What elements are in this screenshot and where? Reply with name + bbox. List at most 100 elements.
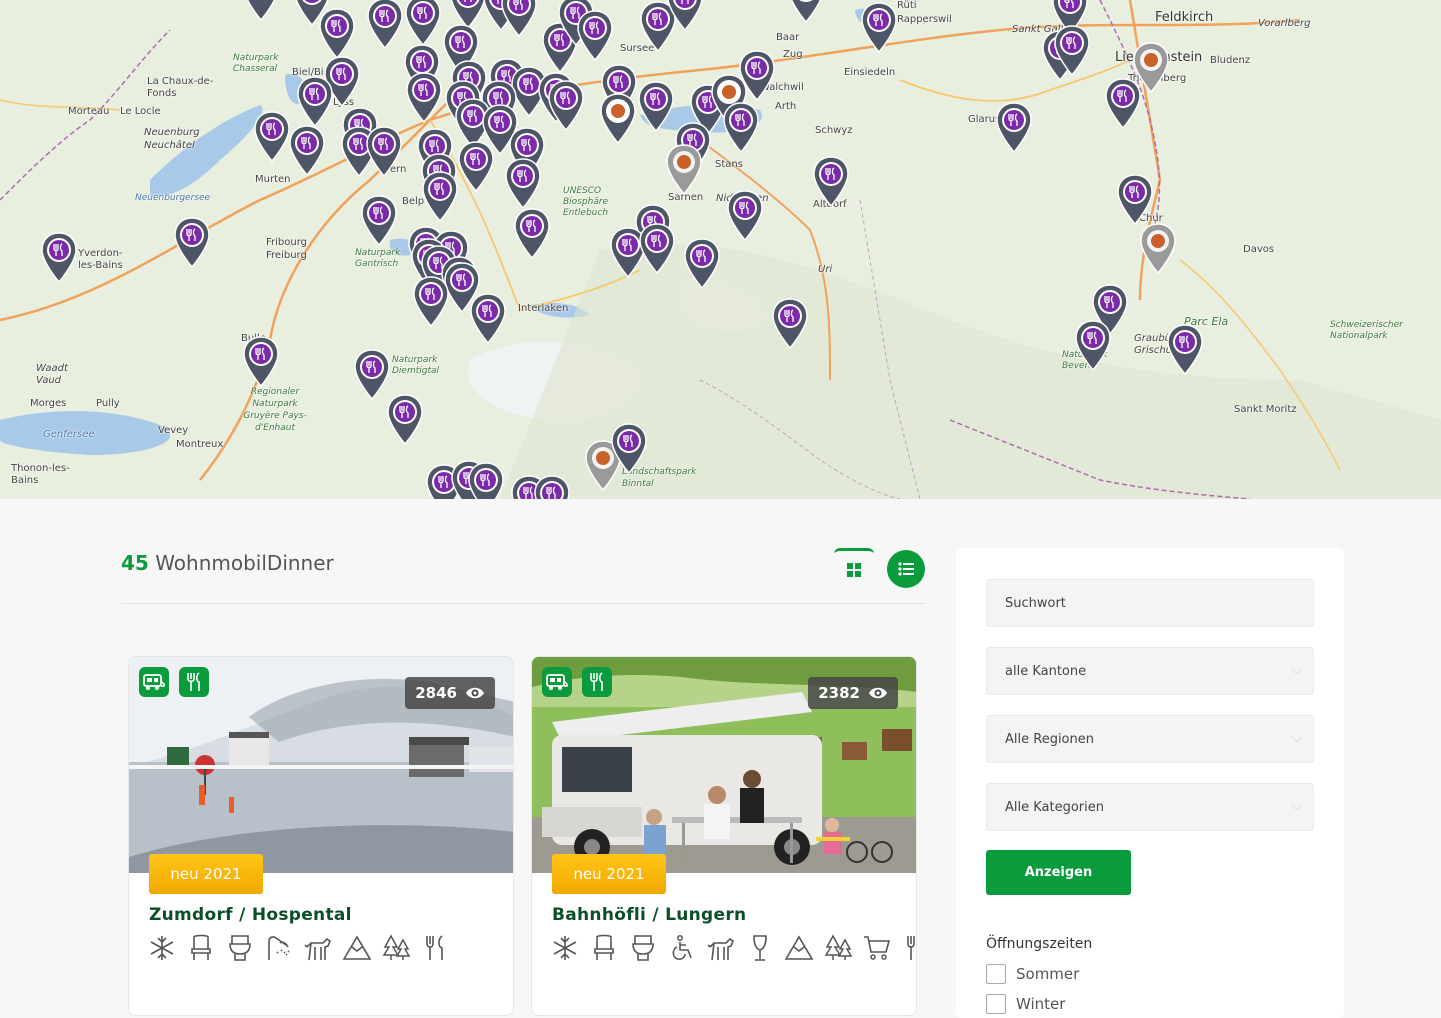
map-marker[interactable] <box>365 126 403 178</box>
opening-option-winter[interactable]: Winter <box>986 994 1065 1014</box>
map-label: Naturpark Gantrisch <box>355 248 401 269</box>
map-marker[interactable] <box>860 2 898 54</box>
map-marker[interactable] <box>500 0 538 38</box>
map-marker[interactable] <box>504 158 542 210</box>
mountain-icon <box>784 933 814 963</box>
card-photo[interactable]: 2382 <box>532 657 916 873</box>
listing-card[interactable]: 2846 neu 2021 Zumdorf / Hospental <box>128 656 514 1016</box>
map-marker[interactable] <box>242 336 280 388</box>
map-label: Bludenz <box>1210 55 1251 66</box>
mountain-icon <box>342 933 372 963</box>
view-counter: 2846 <box>405 677 495 709</box>
map-marker[interactable] <box>366 0 404 50</box>
opening-option-summer[interactable]: Sommer <box>986 964 1079 984</box>
listing-card[interactable]: 2382 neu 2021 Bahnhöfli / Lungern <box>531 656 917 1016</box>
dog-icon <box>303 933 333 963</box>
map-marker[interactable] <box>386 394 424 446</box>
map-label: Einsiedeln <box>844 67 896 78</box>
map-marker[interactable] <box>467 462 505 499</box>
category-select-value: Alle Kategorien <box>1005 799 1105 815</box>
map-marker[interactable] <box>1166 324 1204 376</box>
map-marker[interactable] <box>726 190 764 242</box>
card-photo[interactable]: 2846 <box>129 657 513 873</box>
map-marker[interactable] <box>421 171 459 223</box>
map-marker[interactable] <box>666 0 704 32</box>
map-marker[interactable] <box>288 125 326 177</box>
map-marker[interactable] <box>360 195 398 247</box>
chevron-down-icon <box>1291 663 1303 675</box>
map-label: Naturpark Diemtigtal <box>392 355 440 376</box>
map-label: La Chaux-de-Fonds <box>147 76 214 99</box>
summer-checkbox[interactable] <box>986 964 1006 984</box>
map-marker[interactable] <box>1116 174 1154 226</box>
search-input[interactable] <box>1005 595 1313 611</box>
kanton-select[interactable]: alle Kantone <box>986 647 1314 695</box>
map-marker[interactable] <box>599 93 637 145</box>
map-marker[interactable] <box>318 8 356 60</box>
filter-sidebar: alle Kantone Alle Regionen Alle Kategori… <box>956 548 1344 1018</box>
map-marker[interactable] <box>1132 42 1170 94</box>
snowflake-icon <box>147 933 177 963</box>
map-label: Arth <box>775 101 797 112</box>
dog-icon <box>706 933 736 963</box>
amenities <box>550 933 916 963</box>
view-counter: 2382 <box>808 677 898 709</box>
map-label: Rüti <box>897 0 917 11</box>
camper-icon <box>542 667 572 697</box>
map-marker[interactable] <box>253 111 291 163</box>
map-marker[interactable] <box>404 0 442 47</box>
search-field[interactable] <box>986 579 1314 627</box>
map-marker[interactable] <box>547 80 585 132</box>
restaurant-icon <box>179 667 209 697</box>
map-marker[interactable] <box>610 423 648 475</box>
map-marker[interactable] <box>995 102 1033 154</box>
region-select[interactable]: Alle Regionen <box>986 715 1314 763</box>
map-marker[interactable] <box>1074 320 1112 372</box>
map[interactable]: Feldkirch Vorarlberg Liechtenstein Tries… <box>0 0 1441 499</box>
map-label: Yverdon-les-Bains <box>78 248 123 271</box>
list-view-button[interactable] <box>887 550 925 588</box>
map-marker[interactable] <box>683 238 721 290</box>
winter-checkbox[interactable] <box>986 994 1006 1014</box>
map-marker[interactable] <box>457 141 495 193</box>
map-marker[interactable] <box>412 276 450 328</box>
map-marker[interactable] <box>242 0 280 22</box>
eye-icon <box>466 687 484 699</box>
result-count-number: 45 <box>121 551 149 575</box>
result-count-label: WohnmobilDinner <box>155 551 334 575</box>
map-label: Thonon-les-Bains <box>11 463 70 486</box>
map-marker[interactable] <box>665 144 703 196</box>
map-marker[interactable] <box>40 232 78 284</box>
map-marker[interactable] <box>173 217 211 269</box>
card-title[interactable]: Zumdorf / Hospental <box>149 905 352 925</box>
map-label: Feldkirch <box>1155 10 1214 25</box>
map-marker[interactable] <box>638 223 676 275</box>
category-select[interactable]: Alle Kategorien <box>986 783 1314 831</box>
map-marker[interactable] <box>1139 223 1177 275</box>
map-marker[interactable] <box>771 298 809 350</box>
forest-icon <box>823 933 853 963</box>
grid-view-button[interactable] <box>834 548 874 588</box>
toilet-icon <box>225 933 255 963</box>
eye-icon <box>869 687 887 699</box>
map-marker[interactable] <box>296 76 334 128</box>
map-marker[interactable] <box>787 0 825 24</box>
map-marker[interactable] <box>513 208 551 260</box>
map-marker[interactable] <box>469 293 507 345</box>
map-marker[interactable] <box>1053 25 1091 77</box>
map-label: Baar <box>776 32 800 43</box>
show-results-button[interactable]: Anzeigen <box>986 850 1131 895</box>
new-badge: neu 2021 <box>149 854 263 894</box>
map-marker[interactable] <box>405 72 443 124</box>
forest-icon <box>381 933 411 963</box>
result-count: 45 WohnmobilDinner <box>121 551 334 575</box>
map-marker[interactable] <box>738 50 776 102</box>
winter-label: Winter <box>1016 995 1066 1013</box>
map-marker[interactable] <box>637 81 675 133</box>
map-marker[interactable] <box>533 475 571 499</box>
map-marker[interactable] <box>722 102 760 154</box>
chevron-down-icon <box>1291 799 1303 811</box>
map-marker[interactable] <box>812 156 850 208</box>
map-marker[interactable] <box>576 10 614 62</box>
card-title[interactable]: Bahnhöfli / Lungern <box>552 905 746 925</box>
